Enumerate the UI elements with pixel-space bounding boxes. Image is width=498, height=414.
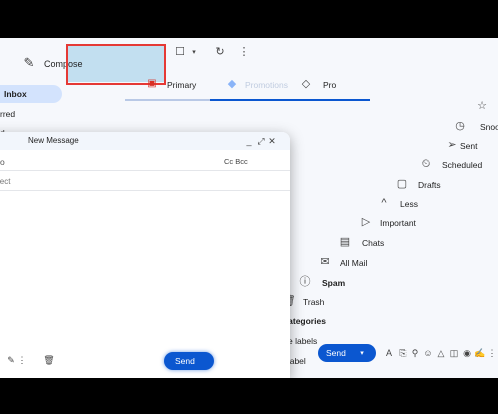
sidebar-item-inbox-label: Inbox bbox=[4, 89, 27, 99]
nav-item-snoozed[interactable]: Snoozed bbox=[480, 123, 498, 132]
schedule-send-icon: ⏲ bbox=[421, 157, 431, 170]
attach-icon[interactable]: ⎘ bbox=[398, 347, 408, 359]
nav-item-drafts[interactable]: Drafts bbox=[418, 181, 441, 190]
more-vert-icon[interactable]: ⋮ bbox=[239, 46, 250, 58]
compose-title: New Message bbox=[28, 136, 79, 145]
fullscreen-icon[interactable]: ⤢ bbox=[256, 135, 266, 147]
subject-divider bbox=[0, 190, 290, 191]
nav-item-chats[interactable]: Chats bbox=[362, 239, 384, 248]
link-icon[interactable]: ⚲ bbox=[410, 347, 420, 359]
draft-icon: ▢ bbox=[396, 177, 408, 190]
refresh-icon[interactable]: ↻ bbox=[214, 46, 226, 58]
star-icon[interactable]: ☆ bbox=[476, 100, 488, 112]
nav-item-sent[interactable]: Sent bbox=[460, 142, 478, 151]
send-icon: ➢ bbox=[447, 138, 457, 151]
to-divider bbox=[0, 170, 290, 171]
format-pencil-icon[interactable]: ✎ bbox=[6, 354, 16, 366]
nav-item-important[interactable]: Important bbox=[380, 219, 416, 228]
tag-icon: ◇ bbox=[301, 77, 311, 90]
important-icon: ▷ bbox=[361, 215, 371, 228]
chevron-down-icon[interactable]: ▾ bbox=[190, 46, 198, 58]
promotions-tab-icon: ◆ bbox=[227, 77, 237, 90]
chat-icon: ▤ bbox=[339, 235, 351, 248]
send-options-icon[interactable]: ▾ bbox=[358, 347, 366, 359]
tab-promotions[interactable]: Promotions bbox=[245, 81, 288, 90]
lock-icon[interactable]: ◉ bbox=[462, 347, 472, 359]
to-field[interactable] bbox=[10, 152, 214, 172]
mail-icon: ✉ bbox=[320, 255, 330, 268]
send-button-label: Send bbox=[175, 356, 195, 366]
pencil-icon: ✎ bbox=[23, 54, 35, 70]
gmail-window: ✎ Compose ☐ ▾ ↻ ⋮ ▣ Primary ◆ Promotions… bbox=[0, 38, 498, 378]
nav-item-trash[interactable]: Trash bbox=[303, 298, 324, 307]
tab-pro[interactable]: Pro bbox=[323, 81, 336, 90]
tab-primary[interactable]: Primary bbox=[167, 81, 196, 90]
to-field-label: o bbox=[0, 157, 5, 167]
send-button-secondary-label: Send bbox=[326, 348, 346, 358]
close-icon[interactable]: ✕ bbox=[267, 135, 277, 147]
inbox-tab-icon: ▣ bbox=[147, 78, 157, 89]
format-text-icon[interactable]: A bbox=[384, 347, 394, 359]
clock-icon: ◷ bbox=[455, 119, 465, 132]
more-vert-small-icon[interactable]: ⋮ bbox=[18, 354, 27, 366]
sidebar-item-starred-label[interactable]: rred bbox=[0, 110, 15, 119]
more-options-icon[interactable]: ⋮ bbox=[487, 347, 497, 359]
tabs-underline-faded bbox=[125, 99, 210, 101]
spam-icon: ⓘ bbox=[299, 275, 311, 288]
minimize-icon[interactable]: _ bbox=[244, 135, 254, 147]
photo-icon[interactable]: ◫ bbox=[449, 347, 459, 359]
signature-icon[interactable]: ✍ bbox=[474, 347, 485, 359]
subject-field[interactable] bbox=[0, 172, 258, 190]
cc-bcc-link[interactable]: Cc Bcc bbox=[224, 158, 248, 166]
nav-item-spam[interactable]: Spam bbox=[322, 279, 345, 288]
select-checkbox-icon[interactable]: ☐ bbox=[174, 46, 186, 58]
drive-icon[interactable]: △ bbox=[436, 347, 446, 359]
message-body[interactable] bbox=[0, 194, 282, 348]
chevron-up-icon: ^ bbox=[381, 196, 387, 209]
nav-item-less[interactable]: Less bbox=[400, 200, 418, 209]
nav-item-all-mail[interactable]: All Mail bbox=[340, 259, 367, 268]
emoji-icon[interactable]: ☺ bbox=[423, 347, 433, 359]
delete-draft-icon[interactable]: 🗑 bbox=[43, 354, 54, 366]
nav-item-scheduled[interactable]: Scheduled bbox=[442, 161, 482, 170]
compose-window: New Message _ ⤢ ✕ o Cc Bcc ✎ ⋮ 🗑 bbox=[0, 132, 290, 378]
